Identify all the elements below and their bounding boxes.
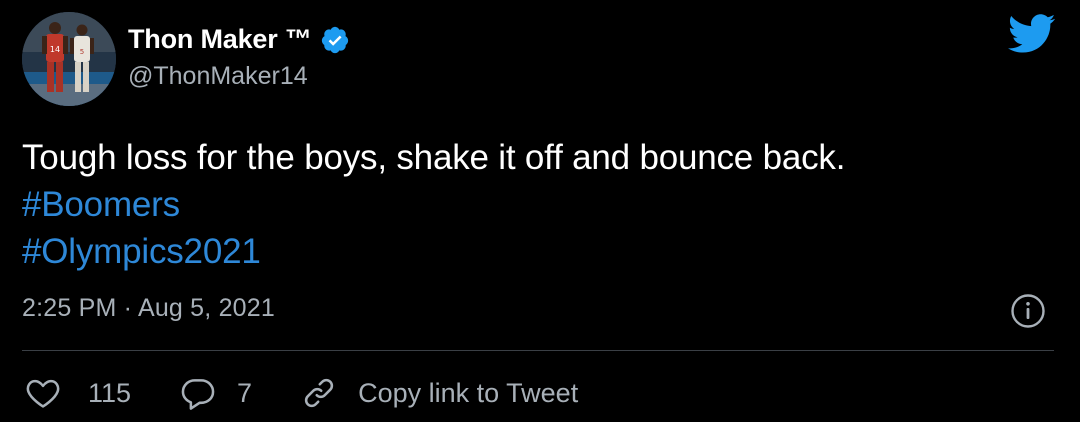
name-row: Thon Maker ™ (128, 22, 350, 58)
avatar[interactable]: 14 5 (22, 12, 116, 106)
copy-link-label: Copy link to Tweet (358, 377, 579, 408)
verified-badge-icon (320, 25, 350, 55)
svg-text:14: 14 (50, 45, 60, 54)
reply-button[interactable]: 7 (179, 374, 252, 412)
svg-text:5: 5 (80, 48, 84, 56)
hashtag-link[interactable]: #Boomers (22, 181, 845, 228)
heart-icon (24, 374, 62, 412)
info-icon[interactable] (1010, 293, 1046, 329)
tweet-actions: 115 7 Copy link to Tweet (24, 372, 626, 414)
hashtag-link[interactable]: #Olympics2021 (22, 228, 845, 275)
user-info: Thon Maker ™ @ThonMaker14 (128, 22, 350, 91)
link-icon (300, 374, 338, 412)
divider (22, 350, 1054, 351)
like-button[interactable]: 115 (24, 374, 131, 412)
reply-bubble-icon (179, 374, 217, 412)
twitter-bird-icon[interactable] (1007, 14, 1056, 54)
reply-count: 7 (237, 377, 253, 408)
embedded-tweet-card: 14 5 Thon Maker ™ @ThonMaker14 Tough los… (0, 0, 1080, 422)
tweet-header: 14 5 Thon Maker ™ @ThonMaker14 (22, 12, 350, 106)
copy-link-button[interactable]: Copy link to Tweet (300, 374, 578, 412)
tweet-text-line: Tough loss for the boys, shake it off an… (22, 138, 846, 177)
user-handle[interactable]: @ThonMaker14 (128, 62, 350, 91)
display-name[interactable]: Thon Maker ™ (128, 24, 312, 55)
avatar-photo-icon: 14 5 (22, 12, 116, 106)
like-count: 115 (88, 377, 132, 408)
tweet-body: Tough loss for the boys, shake it off an… (22, 134, 845, 275)
tweet-timestamp[interactable]: 2:25 PM · Aug 5, 2021 (22, 294, 275, 323)
